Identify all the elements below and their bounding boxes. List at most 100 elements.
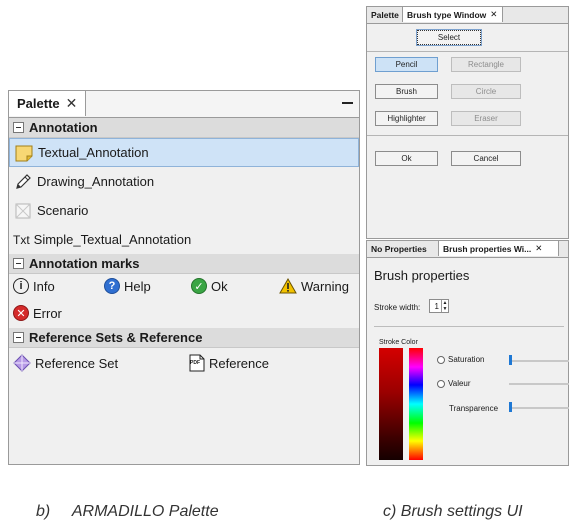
palette-item-reference-set[interactable]: Reference Set [13,354,118,372]
error-x-icon: ✕ [13,305,29,321]
close-icon[interactable]: ✕ [66,95,78,112]
palette-panel: Palette ✕ Annotation Textual_Annotation … [8,90,360,465]
tab-label: Palette [371,9,399,20]
valeur-label: Valeur [448,379,471,388]
mark-label: Warning [301,278,349,294]
palette-item-info[interactable]: i Info [13,278,55,294]
palette-item-label: Scenario [37,203,89,218]
palette-tabbar: Palette ✕ [9,91,359,118]
brush-button[interactable]: Brush [375,84,438,99]
section-reference-header[interactable]: Reference Sets & Reference [9,328,359,348]
saturation-label: Saturation [448,355,485,364]
palette-item-textual-annotation[interactable]: Textual_Annotation [9,138,359,167]
tab-label: Brush properties Wi... [443,243,532,254]
section-title: Reference Sets & Reference [29,330,203,345]
close-icon[interactable]: ✕ [490,9,497,20]
pencil-button[interactable]: Pencil [375,57,438,72]
pdf-document-icon: PDF [189,354,205,372]
tab-palette[interactable]: Palette [367,7,403,22]
spinner-arrows-icon[interactable]: ▲ ▼ [441,300,448,312]
palette-item-label: Drawing_Annotation [37,174,155,189]
brush-properties-title: Brush properties [374,268,470,283]
saturation-radio[interactable] [437,355,445,364]
tab-label: No Properties [371,243,427,254]
stroke-width-spinner[interactable]: 1 ▲ ▼ [429,299,449,313]
select-button[interactable]: Select [416,29,482,46]
brush-type-window: Palette Brush type Window ✕ Select Penci… [366,6,569,239]
palette-tab-label: Palette [17,96,60,111]
collapse-icon[interactable] [13,258,24,269]
info-icon: i [13,278,29,294]
sticky-note-icon [14,143,34,163]
transparence-slider-thumb[interactable] [509,402,512,412]
stroke-width-label: Stroke width: [374,303,421,312]
palette-item-help[interactable]: ? Help [104,278,151,294]
reference-set-icon [13,354,31,372]
collapse-icon[interactable] [13,122,24,133]
divider [367,135,568,136]
annotation-marks-row-2: ✕ Error [9,301,359,328]
saturation-option[interactable]: Saturation [437,355,484,364]
palette-item-simple-textual-annotation[interactable]: Txt Simple_Textual_Annotation [9,225,359,254]
valeur-option[interactable]: Valeur [437,379,471,388]
divider [367,51,568,52]
palette-item-scenario[interactable]: Scenario [9,196,359,225]
transparence-option: Transparence [449,404,498,413]
help-icon: ? [104,278,120,294]
annotation-marks-row: i Info ? Help ✓ Ok Warning [9,274,359,301]
tab-brush-type-window[interactable]: Brush type Window ✕ [403,7,503,22]
palette-item-label: Textual_Annotation [38,145,149,160]
tab-palette[interactable]: Palette ✕ [9,91,87,116]
scenario-icon [13,201,33,221]
hue-slider[interactable] [409,348,423,460]
mark-label: Ok [211,278,228,294]
pdf-label: PDF [190,360,200,366]
tab-brush-properties-window[interactable]: Brush properties Wi... ✕ [439,241,559,256]
tab-label: Brush type Window [407,9,487,20]
ok-check-icon: ✓ [191,278,207,294]
brush-properties-tabbar: No Properties Brush properties Wi... ✕ [367,241,568,258]
stroke-width-value[interactable]: 1 [430,302,441,311]
valeur-radio[interactable] [437,379,445,388]
section-annotation-marks-header[interactable]: Annotation marks [9,254,359,274]
section-title: Annotation marks [29,256,140,271]
brush-properties-window: No Properties Brush properties Wi... ✕ B… [366,240,569,466]
section-title: Annotation [29,120,98,135]
palette-item-label: Reference [209,355,269,371]
txt-icon: Txt [13,232,30,247]
color-shade-picker[interactable] [379,348,403,460]
palette-item-ok[interactable]: ✓ Ok [191,278,228,294]
palette-item-error[interactable]: ✕ Error [13,305,62,321]
palette-item-warning[interactable]: Warning [279,277,349,294]
transparence-label: Transparence [449,404,499,413]
caption-palette: b) ARMADILLO Palette [36,503,219,520]
brush-type-tabbar: Palette Brush type Window ✕ [367,7,568,24]
collapse-icon[interactable] [13,332,24,343]
cancel-button[interactable]: Cancel [451,151,521,166]
saturation-slider[interactable] [509,360,569,362]
transparence-slider[interactable] [509,407,569,409]
valeur-slider[interactable] [509,383,569,385]
eraser-button[interactable]: Eraser [451,111,521,126]
tab-no-properties[interactable]: No Properties [367,241,439,256]
minimize-icon[interactable] [342,102,353,104]
ok-button[interactable]: Ok [375,151,438,166]
mark-label: Help [124,278,151,294]
palette-item-reference[interactable]: PDF Reference [189,354,269,372]
saturation-slider-thumb[interactable] [509,355,512,365]
mark-label: Error [33,305,62,321]
palette-item-label: Reference Set [35,355,119,371]
warning-triangle-icon [279,277,297,294]
palette-item-label: Simple_Textual_Annotation [33,232,192,247]
palette-item-drawing-annotation[interactable]: Drawing_Annotation [9,167,359,196]
highlighter-button[interactable]: Highlighter [375,111,438,126]
pencil-icon [13,172,33,192]
reference-row: Reference Set PDF Reference [9,348,359,377]
caption-brush-settings: c) Brush settings UI [383,503,523,520]
divider [374,326,564,327]
close-icon[interactable]: ✕ [535,243,542,254]
circle-button[interactable]: Circle [451,84,521,99]
section-annotation-header[interactable]: Annotation [9,118,359,138]
rectangle-button[interactable]: Rectangle [451,57,521,72]
stroke-color-label: Stroke Color [379,339,418,346]
